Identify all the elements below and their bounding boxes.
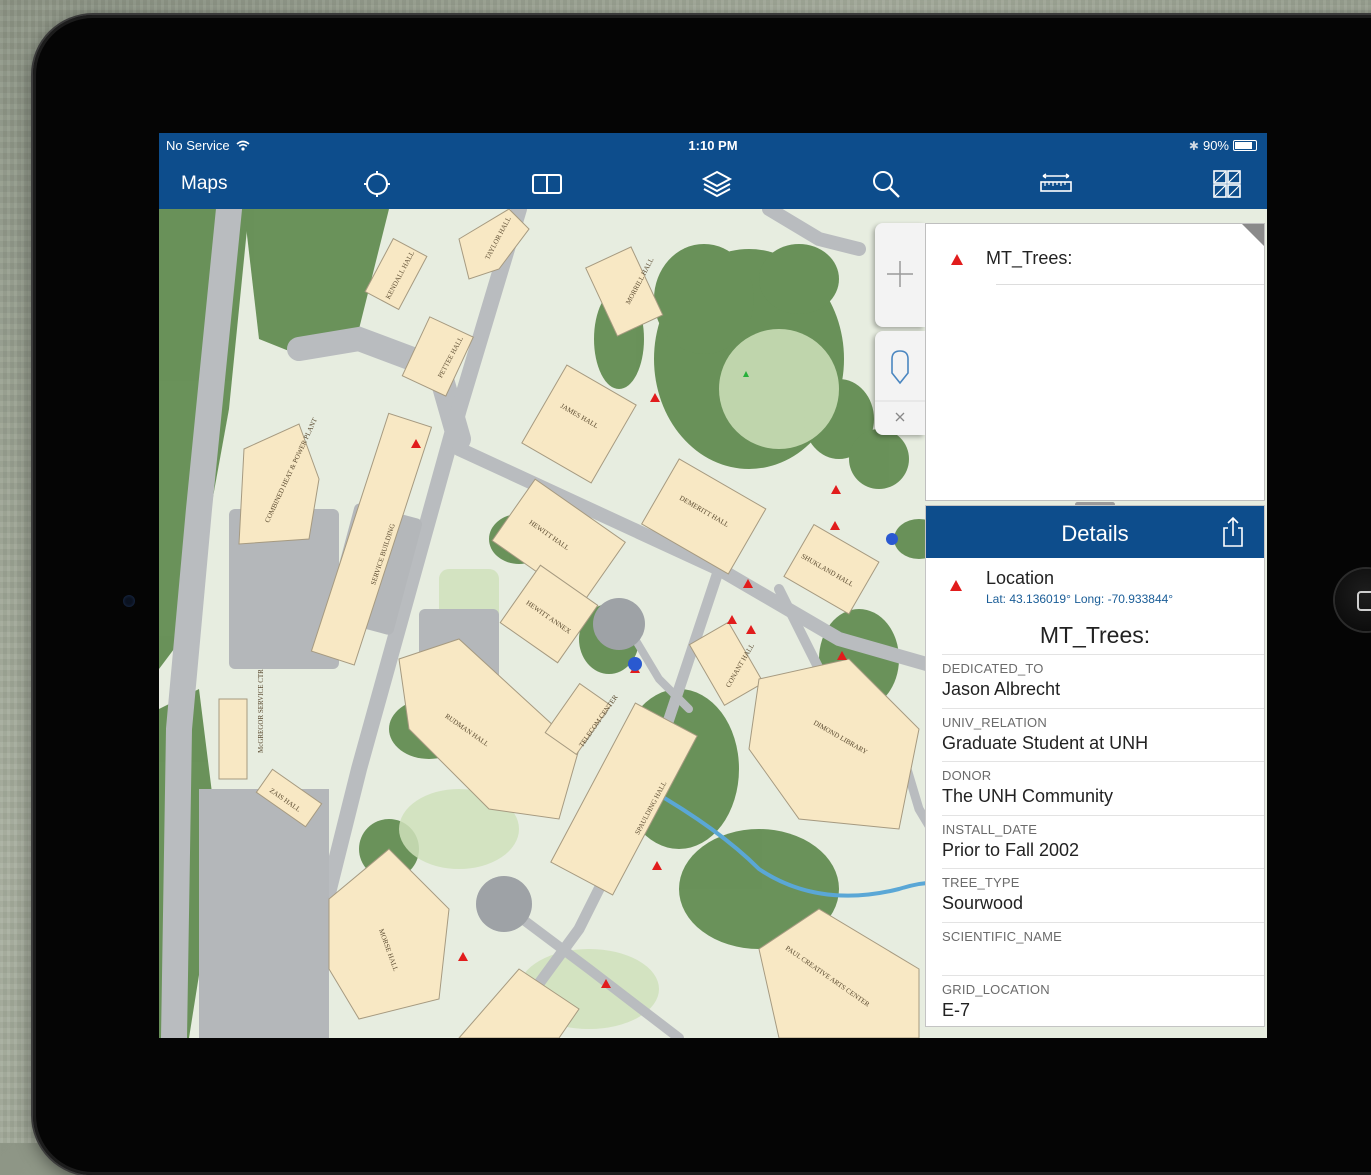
field-key: DEDICATED_TO [942, 661, 1044, 676]
measure-icon[interactable] [1036, 167, 1076, 201]
field-univ-relation: UNIV_RELATION Graduate Student at UNH [942, 708, 1264, 754]
field-dedicated-to: DEDICATED_TO Jason Albrecht [942, 654, 1264, 700]
field-donor: DONOR The UNH Community [942, 761, 1264, 807]
details-header: Details [926, 506, 1264, 558]
share-icon[interactable] [1220, 516, 1246, 548]
location-label: Location [986, 568, 1055, 588]
zoom-in-icon[interactable] [875, 223, 925, 327]
field-install-date: INSTALL_DATE Prior to Fall 2002 [942, 815, 1264, 861]
label-mcgregor: McGREGOR SERVICE CTR [257, 669, 265, 753]
field-tree-type: TREE_TYPE Sourwood [942, 868, 1264, 914]
clock: 1:10 PM [688, 138, 738, 153]
battery-icon [1233, 140, 1257, 151]
field-value: The UNH Community [942, 786, 1114, 806]
location-dot [628, 657, 642, 671]
maps-button[interactable]: Maps [181, 173, 227, 195]
popup-title[interactable]: MT_Trees: [986, 248, 1072, 269]
popup-divider [996, 284, 1264, 285]
camera-icon [123, 595, 135, 607]
field-value: Prior to Fall 2002 [942, 840, 1080, 860]
screen: No Service 1:10 PM ✱ 90% Maps KENDALL HA… [159, 133, 1267, 1038]
tree-marker-icon [950, 580, 962, 591]
details-panel: Details Location Lat: 43.136019° Long: -… [925, 505, 1265, 1027]
field-value: E-7 [942, 1000, 971, 1020]
identify-popup: MT_Trees: [925, 223, 1265, 501]
field-value: Sourwood [942, 893, 1024, 913]
battery-percent: 90% [1202, 138, 1229, 153]
home-button[interactable] [1335, 569, 1371, 631]
location-dot [886, 533, 898, 545]
field-key: TREE_TYPE [942, 875, 1020, 890]
book-icon[interactable] [527, 167, 567, 201]
pin-control [875, 331, 925, 435]
home-square-icon [1357, 591, 1371, 611]
basemap-icon[interactable] [1207, 167, 1247, 201]
main-toolbar: Maps [159, 159, 1267, 209]
layers-icon[interactable] [697, 167, 737, 201]
battery-status: ✱ 90% [1189, 138, 1257, 153]
search-icon[interactable] [866, 167, 906, 201]
field-value: Graduate Student at UNH [942, 733, 1149, 753]
locate-icon[interactable] [357, 167, 397, 201]
pin-icon[interactable] [891, 350, 909, 385]
close-icon[interactable] [895, 412, 905, 422]
location-coordinates: Lat: 43.136019° Long: -70.933844° [986, 592, 1174, 606]
field-key: GRID_LOCATION [942, 982, 1050, 997]
field-value: Jason Albrecht [942, 679, 1061, 699]
field-key: DONOR [942, 768, 992, 783]
field-scientific-name: SCIENTIFIC_NAME [942, 922, 1264, 947]
bluetooth-icon: ✱ [1188, 138, 1199, 153]
status-bar: No Service 1:10 PM ✱ 90% [159, 133, 1267, 159]
popup-corner-fold [1242, 224, 1264, 246]
details-title: Details [1061, 521, 1129, 546]
layer-title: MT_Trees: [1039, 622, 1151, 648]
field-key: INSTALL_DATE [942, 822, 1038, 837]
field-key: SCIENTIFIC_NAME [942, 929, 1063, 944]
field-grid-location: GRID_LOCATION E-7 [942, 975, 1264, 1021]
field-key: UNIV_RELATION [942, 715, 1047, 730]
zoom-control [875, 223, 925, 327]
tree-marker-icon [951, 254, 963, 265]
